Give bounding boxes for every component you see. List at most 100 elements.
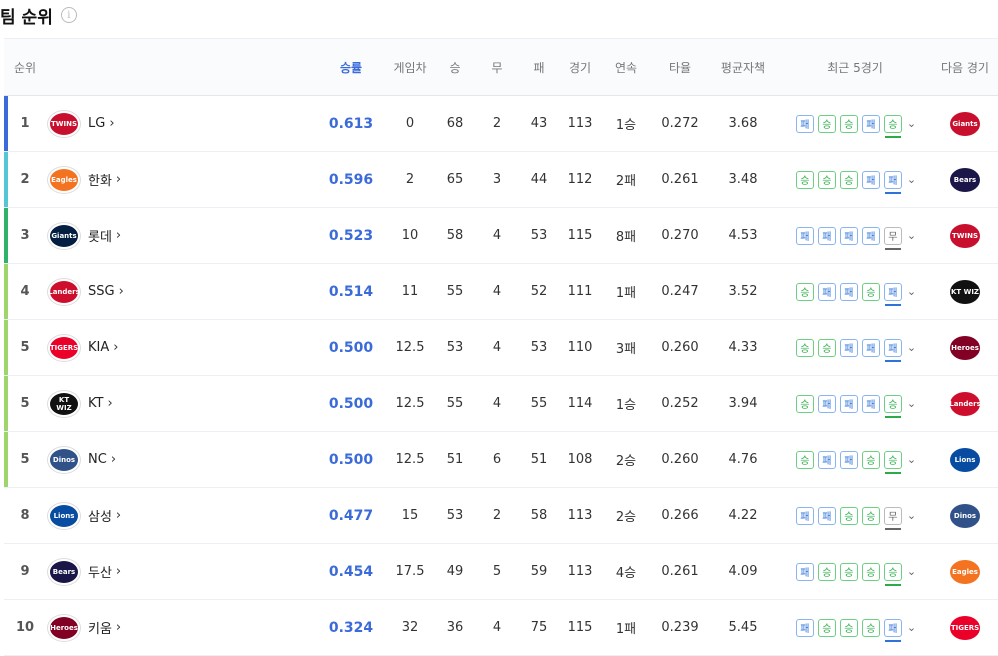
team-name-link[interactable]: 두산 [88, 562, 112, 581]
next-game-cell[interactable]: KT WIZ [932, 279, 998, 304]
chevron-right-icon[interactable]: › [111, 452, 116, 467]
rank-cell: 8 [20, 508, 30, 523]
header-streak[interactable]: 연속 [600, 59, 652, 76]
draws-cell: 4 [492, 620, 502, 635]
next-opponent-logo-icon[interactable]: Landers [949, 391, 981, 416]
chevron-right-icon[interactable]: › [113, 340, 118, 355]
team-name-link[interactable]: SSG [88, 284, 115, 299]
avg-cell: 0.261 [661, 172, 699, 187]
streak-cell: 3패 [615, 342, 637, 357]
pct-cell: 0.477 [316, 508, 386, 524]
chevron-right-icon[interactable]: › [116, 508, 121, 523]
pct-cell: 0.500 [316, 340, 386, 356]
team-name-link[interactable]: 삼성 [88, 506, 112, 525]
team-name-link[interactable]: KIA [88, 340, 109, 355]
next-opponent-logo-icon[interactable]: Eagles [950, 559, 980, 584]
chevron-down-icon[interactable]: ⌄ [907, 621, 916, 634]
header-gb[interactable]: 게임차 [386, 59, 434, 76]
team-cell[interactable]: Lions 삼성 › [46, 502, 316, 529]
draws-cell: 3 [492, 172, 502, 187]
team-cell[interactable]: TWINS LG › [46, 110, 316, 137]
header-games[interactable]: 경기 [560, 59, 600, 76]
team-name-link[interactable]: KT [88, 396, 103, 411]
streak-cell: 1패 [615, 622, 637, 637]
next-opponent-logo-icon[interactable]: Lions [950, 447, 980, 472]
next-game-cell[interactable]: TWINS [932, 223, 998, 248]
result-badge: 승 [861, 562, 880, 581]
team-cell[interactable]: Giants 롯데 › [46, 222, 316, 249]
losses-cell: 43 [530, 116, 548, 131]
team-cell[interactable]: Dinos NC › [46, 446, 316, 473]
info-icon[interactable]: i [60, 7, 77, 23]
next-game-cell[interactable]: Bears [932, 167, 998, 192]
rank-cell: 5 [20, 340, 30, 355]
chevron-down-icon[interactable]: ⌄ [907, 173, 916, 186]
team-cell[interactable]: Bears 두산 › [46, 558, 316, 585]
team-name-link[interactable]: NC [88, 452, 107, 467]
team-cell[interactable]: Eagles 한화 › [46, 166, 316, 193]
table-row: 5 KT WIZ KT › 0.500 12.5 55 4 55 114 1승 … [4, 376, 998, 432]
next-game-cell[interactable]: Giants [932, 111, 998, 136]
streak-cell: 8패 [615, 230, 637, 245]
chevron-right-icon[interactable]: › [116, 172, 121, 187]
chevron-down-icon[interactable]: ⌄ [907, 453, 916, 466]
gb-cell: 12.5 [395, 340, 425, 355]
next-opponent-logo-icon[interactable]: KT WIZ [950, 279, 980, 304]
header-losses[interactable]: 패 [518, 59, 560, 76]
chevron-right-icon[interactable]: › [116, 228, 121, 243]
chevron-right-icon[interactable]: › [109, 116, 114, 131]
era-cell: 5.45 [728, 620, 758, 635]
losses-cell: 55 [530, 396, 548, 411]
next-opponent-logo-icon[interactable]: Heroes [950, 335, 980, 360]
chevron-down-icon[interactable]: ⌄ [907, 285, 916, 298]
chevron-right-icon[interactable]: › [119, 284, 124, 299]
gb-cell: 15 [401, 508, 419, 523]
chevron-right-icon[interactable]: › [107, 396, 112, 411]
team-cell[interactable]: TIGERS KIA › [46, 334, 316, 361]
era-cell: 4.76 [728, 452, 758, 467]
next-opponent-logo-icon[interactable]: TIGERS [950, 615, 980, 640]
chevron-down-icon[interactable]: ⌄ [907, 229, 916, 242]
result-badge: 승 [795, 394, 814, 413]
team-name-link[interactable]: 롯데 [88, 226, 112, 245]
games-cell: 113 [567, 116, 593, 131]
header-draws[interactable]: 무 [476, 59, 518, 76]
next-game-cell[interactable]: Eagles [932, 559, 998, 584]
team-name-link[interactable]: LG [88, 116, 105, 131]
streak-cell: 1패 [615, 286, 637, 301]
team-cell[interactable]: Heroes 키움 › [46, 614, 316, 641]
streak-cell: 1승 [615, 398, 637, 413]
next-opponent-logo-icon[interactable]: TWINS [950, 223, 980, 248]
wins-cell: 55 [446, 396, 464, 411]
team-cell[interactable]: Landers SSG › [46, 278, 316, 305]
next-game-cell[interactable]: TIGERS [932, 615, 998, 640]
team-name-link[interactable]: 한화 [88, 170, 112, 189]
chevron-down-icon[interactable]: ⌄ [907, 509, 916, 522]
header-avg[interactable]: 타율 [652, 59, 708, 76]
team-logo-icon: Bears [48, 558, 80, 585]
team-cell[interactable]: KT WIZ KT › [46, 390, 316, 417]
chevron-right-icon[interactable]: › [116, 564, 121, 579]
draws-cell: 4 [492, 396, 502, 411]
next-game-cell[interactable]: Landers [932, 391, 998, 416]
chevron-right-icon[interactable]: › [116, 620, 121, 635]
next-game-cell[interactable]: Lions [932, 447, 998, 472]
chevron-down-icon[interactable]: ⌄ [907, 565, 916, 578]
chevron-down-icon[interactable]: ⌄ [907, 117, 916, 130]
games-cell: 112 [567, 172, 593, 187]
next-game-cell[interactable]: Heroes [932, 335, 998, 360]
chevron-down-icon[interactable]: ⌄ [907, 397, 916, 410]
next-opponent-logo-icon[interactable]: Dinos [950, 503, 980, 528]
era-cell: 4.53 [728, 228, 758, 243]
team-name-link[interactable]: 키움 [88, 618, 112, 637]
next-opponent-logo-icon[interactable]: Giants [950, 111, 980, 136]
header-pct[interactable]: 승률 [316, 59, 386, 76]
chevron-down-icon[interactable]: ⌄ [907, 341, 916, 354]
next-opponent-logo-icon[interactable]: Bears [950, 167, 980, 192]
header-wins[interactable]: 승 [434, 59, 476, 76]
pct-value: 0.500 [328, 395, 374, 412]
result-badge: 승 [883, 394, 902, 418]
header-era[interactable]: 평균자책 [708, 59, 778, 76]
result-badge: 패 [883, 618, 902, 642]
next-game-cell[interactable]: Dinos [932, 503, 998, 528]
